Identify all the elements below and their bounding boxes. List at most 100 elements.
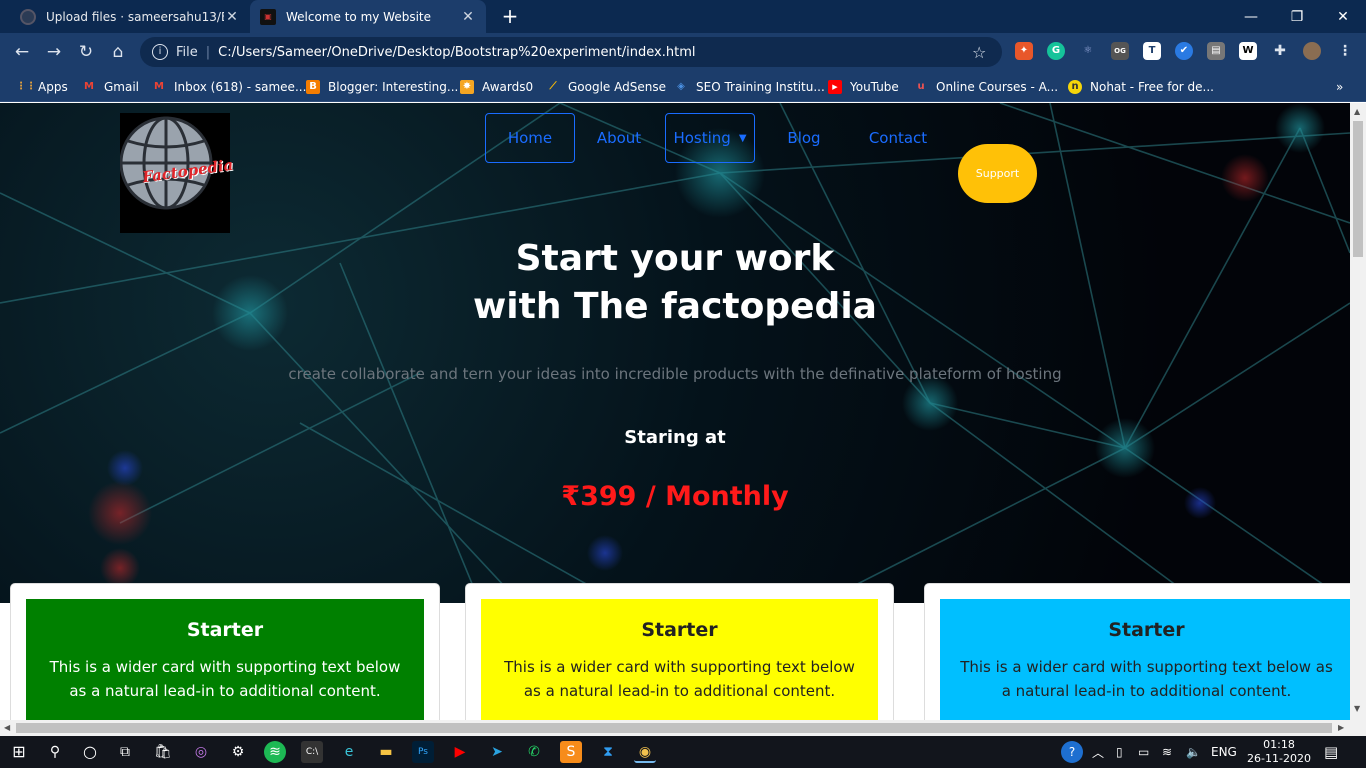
extension-icon[interactable]: ✦ bbox=[1015, 42, 1033, 60]
media-app-icon[interactable]: ◎ bbox=[190, 741, 212, 763]
nav-hosting-dropdown[interactable]: Hosting ▼ bbox=[665, 113, 755, 163]
bookmark-label: Blogger: Interesting... bbox=[328, 80, 459, 94]
horizontal-scroll-thumb[interactable] bbox=[16, 723, 1332, 733]
cortana-icon[interactable]: ○ bbox=[79, 741, 101, 763]
scroll-right-icon[interactable]: ▶ bbox=[1338, 723, 1344, 732]
system-clock[interactable]: 01:18 26-11-2020 bbox=[1244, 738, 1314, 766]
tab-title: Welcome to my Website bbox=[286, 9, 432, 24]
tray-device-icon[interactable]: ▯ bbox=[1116, 736, 1123, 768]
bookmark-label: Apps bbox=[38, 80, 68, 94]
gmail-icon: M bbox=[154, 81, 164, 92]
home-icon[interactable]: ⌂ bbox=[106, 40, 130, 64]
new-tab-button[interactable]: + bbox=[498, 4, 522, 28]
bookmark-label: Google AdSense bbox=[568, 80, 666, 94]
react-devtools-icon[interactable]: ⚛ bbox=[1079, 42, 1097, 60]
help-icon[interactable]: ? bbox=[1061, 741, 1083, 763]
bookmark-inbox[interactable]: M Inbox (618) - samee... bbox=[152, 77, 306, 97]
close-icon[interactable]: ✕ bbox=[460, 9, 476, 25]
tray-chevron-up-icon[interactable]: ︿ bbox=[1092, 736, 1104, 768]
tab-welcome[interactable]: ▣ Welcome to my Website ✕ bbox=[250, 0, 486, 33]
bookmark-adsense[interactable]: ⟋ Google AdSense bbox=[546, 77, 667, 97]
sublime-text-icon[interactable]: S bbox=[560, 741, 582, 763]
forward-icon[interactable]: → bbox=[42, 40, 66, 64]
vscode-icon[interactable]: ⧗ bbox=[597, 741, 619, 763]
more-bookmarks-icon[interactable]: » bbox=[1336, 77, 1343, 97]
windows-start-icon[interactable]: ⊞ bbox=[8, 741, 30, 763]
wordpress-extension-icon[interactable]: W bbox=[1239, 42, 1257, 60]
nav-contact[interactable]: Contact bbox=[858, 113, 938, 163]
nav-home[interactable]: Home bbox=[485, 113, 575, 163]
bookmark-label: SEO Training Institu... bbox=[696, 80, 825, 94]
windows-taskbar: ⊞ ⚲ ○ ⧉ 🛍 ◎ ⚙ ≋ C:\ e ▬ Ps ▶ ➤ ✆ S ⧗ ◉ ?… bbox=[0, 736, 1366, 768]
support-button[interactable]: Support bbox=[958, 144, 1037, 203]
store-icon[interactable]: 🛍 bbox=[152, 741, 174, 763]
photoshop-icon[interactable]: Ps bbox=[412, 741, 434, 763]
battery-icon[interactable]: ▭ bbox=[1138, 736, 1149, 768]
address-bar[interactable]: i File | C:/Users/Sameer/OneDrive/Deskto… bbox=[140, 37, 1002, 67]
horizontal-scrollbar[interactable]: ◀ ▶ bbox=[0, 720, 1350, 736]
menu-kebab-icon[interactable]: ⋮ bbox=[1336, 42, 1354, 60]
task-view-icon[interactable]: ⧉ bbox=[114, 741, 136, 763]
og-extension-icon[interactable]: OG bbox=[1111, 42, 1129, 60]
file-explorer-icon[interactable]: ▬ bbox=[375, 741, 397, 763]
minimize-icon[interactable]: — bbox=[1228, 0, 1274, 33]
hero-tagline: create collaborate and tern your ideas i… bbox=[288, 365, 1062, 383]
grammarly-icon[interactable]: G bbox=[1047, 42, 1065, 60]
close-icon[interactable]: ✕ bbox=[224, 9, 240, 25]
bookmark-blogger[interactable]: B Blogger: Interesting... bbox=[306, 77, 458, 97]
nav-hosting-label: Hosting bbox=[673, 129, 731, 147]
settings-gear-icon[interactable]: ⚙ bbox=[227, 741, 249, 763]
restore-icon[interactable]: ❐ bbox=[1274, 0, 1320, 33]
reload-icon[interactable]: ↻ bbox=[74, 40, 98, 64]
chrome-icon[interactable]: ◉ bbox=[634, 741, 656, 763]
bookmark-label: Inbox (618) - samee... bbox=[174, 80, 307, 94]
github-icon bbox=[20, 8, 36, 25]
tab-upload-files[interactable]: Upload files · sameersahu13/Boo ✕ bbox=[10, 0, 250, 33]
scroll-up-icon[interactable]: ▲ bbox=[1354, 107, 1360, 116]
nav-about[interactable]: About bbox=[584, 113, 654, 163]
bookmark-star-icon[interactable]: ☆ bbox=[972, 43, 994, 62]
bookmark-youtube[interactable]: ▶ YouTube bbox=[828, 77, 899, 97]
terminal-icon[interactable]: C:\ bbox=[301, 741, 323, 763]
youtube-icon: ▶ bbox=[828, 80, 842, 94]
nohat-icon: n bbox=[1068, 80, 1082, 94]
youtube-app-icon[interactable]: ▶ bbox=[449, 741, 471, 763]
seo-icon: ◈ bbox=[677, 81, 685, 92]
scroll-left-icon[interactable]: ◀ bbox=[4, 723, 10, 732]
hero-section: Factopedia Home About Hosting ▼ Blog Con… bbox=[0, 103, 1350, 603]
input-language[interactable]: ENG bbox=[1211, 736, 1237, 768]
notifications-icon[interactable]: ▤ bbox=[1324, 736, 1338, 768]
bookmark-seo-training[interactable]: ◈ SEO Training Institu... bbox=[674, 77, 825, 97]
bookmark-awards[interactable]: ✸ Awards0 bbox=[460, 77, 533, 97]
wifi-icon[interactable]: ≋ bbox=[1162, 736, 1172, 768]
telegram-icon[interactable]: ➤ bbox=[486, 741, 508, 763]
vertical-scrollbar[interactable]: ▲ ▼ bbox=[1350, 103, 1366, 736]
address-url[interactable]: C:/Users/Sameer/OneDrive/Desktop/Bootstr… bbox=[218, 45, 972, 60]
hero-headline-line-1: Start your work bbox=[515, 238, 835, 279]
profile-avatar[interactable] bbox=[1303, 42, 1321, 60]
bookmark-nohat[interactable]: n Nohat - Free for de... bbox=[1068, 77, 1214, 97]
brand-logo[interactable]: Factopedia bbox=[119, 113, 234, 233]
bookmark-gmail[interactable]: M Gmail bbox=[82, 77, 139, 97]
checkmark-extension-icon[interactable]: ✔ bbox=[1175, 42, 1193, 60]
search-icon[interactable]: ⚲ bbox=[44, 741, 66, 763]
nav-blog[interactable]: Blog bbox=[774, 113, 834, 163]
card-title: Starter bbox=[186, 619, 264, 641]
back-icon[interactable]: ← bbox=[10, 40, 34, 64]
info-icon[interactable]: i bbox=[152, 44, 168, 60]
vertical-scroll-thumb[interactable] bbox=[1353, 121, 1363, 257]
scroll-down-icon[interactable]: ▼ bbox=[1354, 704, 1360, 713]
spotify-icon[interactable]: ≋ bbox=[264, 741, 286, 763]
starting-at-label: Staring at bbox=[624, 427, 726, 448]
bookmark-online-courses[interactable]: u Online Courses - A... bbox=[914, 77, 1058, 97]
volume-icon[interactable]: 🔈 bbox=[1186, 736, 1201, 768]
card-title: Starter bbox=[1108, 619, 1185, 641]
extensions-puzzle-icon[interactable]: ✚ bbox=[1271, 42, 1289, 60]
edge-icon[interactable]: e bbox=[338, 741, 360, 763]
window-close-icon[interactable]: ✕ bbox=[1320, 0, 1366, 33]
whatsapp-icon[interactable]: ✆ bbox=[523, 741, 545, 763]
card-body-yellow: Starter This is a wider card with suppor… bbox=[481, 599, 878, 720]
extension-icon[interactable]: T bbox=[1143, 42, 1161, 60]
bookmark-apps[interactable]: ⋮⋮ Apps bbox=[16, 77, 68, 97]
extension-icon[interactable]: ▤ bbox=[1207, 42, 1225, 60]
